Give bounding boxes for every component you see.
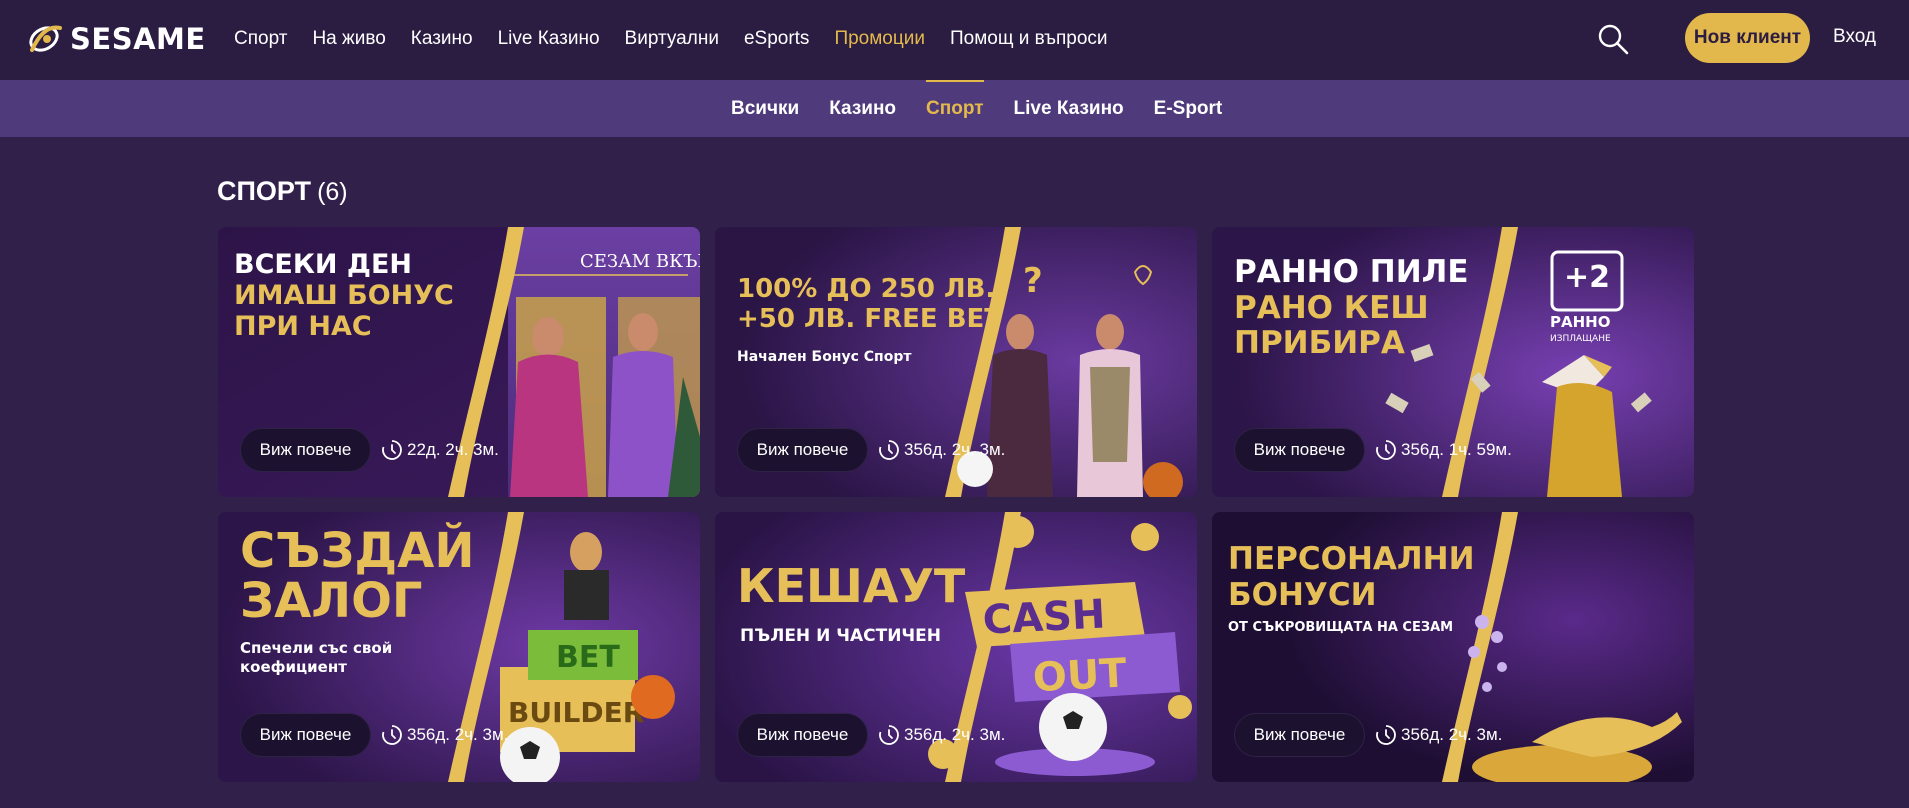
- search-icon[interactable]: [1596, 22, 1630, 56]
- promo-heading: СЪЗДАЙ ЗАЛОГ: [240, 523, 475, 630]
- promo-timer-text: 356д. 2ч. 3м.: [407, 725, 509, 744]
- nav-item-casino[interactable]: Казино: [411, 28, 473, 50]
- promo-timer: 356д. 2ч. 3м.: [878, 722, 1005, 748]
- promo-timer: 356д. 2ч. 3м.: [381, 722, 508, 748]
- promo-card[interactable]: СЕЗАМ ВКЪЩИ 2 ВСЕКИ ДЕН ИМАШ БОНУС ПРИ Н…: [218, 227, 700, 497]
- promo-timer: 356д. 2ч. 3м.: [878, 437, 1005, 463]
- clock-icon: [382, 725, 402, 745]
- promo-subtitle: Спечели със свой коефициент: [240, 639, 393, 676]
- svg-text:СЕЗАМ ВКЪЩИ 2: СЕЗАМ ВКЪЩИ 2: [580, 251, 700, 272]
- promo-card[interactable]: +2 РАННО ИЗПЛАЩАНЕ РАННО ПИЛЕ РАНО КЕШ П…: [1212, 227, 1694, 497]
- see-more-button[interactable]: Виж повече: [240, 428, 371, 472]
- nav-item-live-casino[interactable]: Live Казино: [498, 28, 600, 50]
- tab-live-casino[interactable]: Live Казино: [1014, 80, 1124, 137]
- see-more-button[interactable]: Виж повече: [737, 428, 868, 472]
- promo-subtitle: ОТ СЪКРОВИЩАТА НА СЕЗАМ: [1228, 620, 1454, 635]
- promotions-category-bar: Всички Казино Спорт Live Казино E-Sport: [0, 80, 1909, 137]
- svg-text:OUT: OUT: [1032, 650, 1129, 701]
- section-count: (6): [317, 178, 348, 206]
- svg-text:BUILDER: BUILDER: [508, 696, 644, 729]
- register-button[interactable]: Нов клиент: [1685, 13, 1810, 63]
- brand-name: SESAME: [70, 22, 206, 56]
- promo-subtitle: Начален Бонус Спорт: [737, 349, 912, 365]
- svg-text:CASH: CASH: [982, 591, 1107, 643]
- promo-heading: РАННО ПИЛЕ РАНО КЕШ ПРИБИРА: [1234, 254, 1469, 362]
- promo-heading: 100% до 250 лв. +50 лв. FREE BET: [737, 274, 1003, 334]
- promo-card[interactable]: CASH OUT КЕШАУТ ПЪЛЕН И ЧАСТИЧЕН Виж пов…: [715, 512, 1197, 782]
- see-more-button[interactable]: Виж повече: [1234, 428, 1365, 472]
- promo-card[interactable]: ? 100% до 250 лв. +50 лв. FREE BET Начал…: [715, 227, 1197, 497]
- sesame-logo-icon: [29, 25, 62, 52]
- clock-icon: [1376, 725, 1396, 745]
- promo-heading: ВСЕКИ ДЕН ИМАШ БОНУС ПРИ НАС: [234, 249, 454, 343]
- promo-timer: 356д. 2ч. 3м.: [1375, 722, 1502, 748]
- nav-item-promotions[interactable]: Промоции: [834, 28, 925, 50]
- nav-item-help[interactable]: Помощ и въпроси: [950, 28, 1108, 50]
- nav-item-sport[interactable]: Спорт: [234, 28, 287, 50]
- main-nav: Спорт На живо Казино Live Казино Виртуал…: [234, 0, 1133, 78]
- svg-text:BET: BET: [556, 640, 620, 675]
- svg-text:?: ?: [1023, 261, 1043, 301]
- nav-item-live[interactable]: На живо: [312, 28, 385, 50]
- tab-all[interactable]: Всички: [731, 80, 799, 137]
- promo-heading: КЕШАУТ: [737, 559, 966, 613]
- promo-timer-text: 356д. 1ч. 59м.: [1401, 440, 1512, 459]
- clock-icon: [879, 725, 899, 745]
- section-title-text: СПОРТ: [217, 176, 312, 206]
- svg-text:+2: +2: [1564, 260, 1610, 295]
- promo-timer-text: 22д. 2ч. 3м.: [407, 440, 499, 459]
- promo-card[interactable]: BET BUILDER СЪЗДАЙ ЗАЛОГ Спечели със сво…: [218, 512, 700, 782]
- nav-item-virtual[interactable]: Виртуални: [625, 28, 719, 50]
- clock-icon: [382, 440, 402, 460]
- promo-timer-text: 356д. 2ч. 3м.: [904, 440, 1006, 459]
- see-more-button[interactable]: Виж повече: [240, 713, 371, 757]
- section-title: СПОРТ (6): [217, 176, 348, 207]
- tab-casino[interactable]: Казино: [829, 80, 896, 137]
- top-navigation-bar: SESAME Спорт На живо Казино Live Казино …: [0, 0, 1909, 80]
- svg-text:ИЗПЛАЩАНЕ: ИЗПЛАЩАНЕ: [1550, 334, 1611, 344]
- promo-heading: ПЕРСОНАЛНИ БОНУСИ: [1228, 541, 1475, 613]
- see-more-button[interactable]: Виж повече: [737, 713, 868, 757]
- tab-sport[interactable]: Спорт: [926, 80, 984, 137]
- clock-icon: [1376, 440, 1396, 460]
- promo-subtitle: ПЪЛЕН И ЧАСТИЧЕН: [740, 626, 941, 646]
- see-more-button[interactable]: Виж повече: [1234, 713, 1365, 757]
- promo-timer: 22д. 2ч. 3м.: [381, 437, 499, 463]
- nav-item-esports[interactable]: eSports: [744, 28, 809, 50]
- promo-timer: 356д. 1ч. 59м.: [1375, 437, 1512, 463]
- promo-card[interactable]: ПЕРСОНАЛНИ БОНУСИ ОТ СЪКРОВИЩАТА НА СЕЗА…: [1212, 512, 1694, 782]
- svg-text:РАННО: РАННО: [1550, 313, 1610, 331]
- brand-logo[interactable]: SESAME: [26, 20, 206, 58]
- tab-esport[interactable]: E-Sport: [1154, 80, 1223, 137]
- promo-timer-text: 356д. 2ч. 3м.: [904, 725, 1006, 744]
- promo-timer-text: 356д. 2ч. 3м.: [1401, 725, 1503, 744]
- login-link[interactable]: Вход: [1833, 26, 1876, 48]
- clock-icon: [879, 440, 899, 460]
